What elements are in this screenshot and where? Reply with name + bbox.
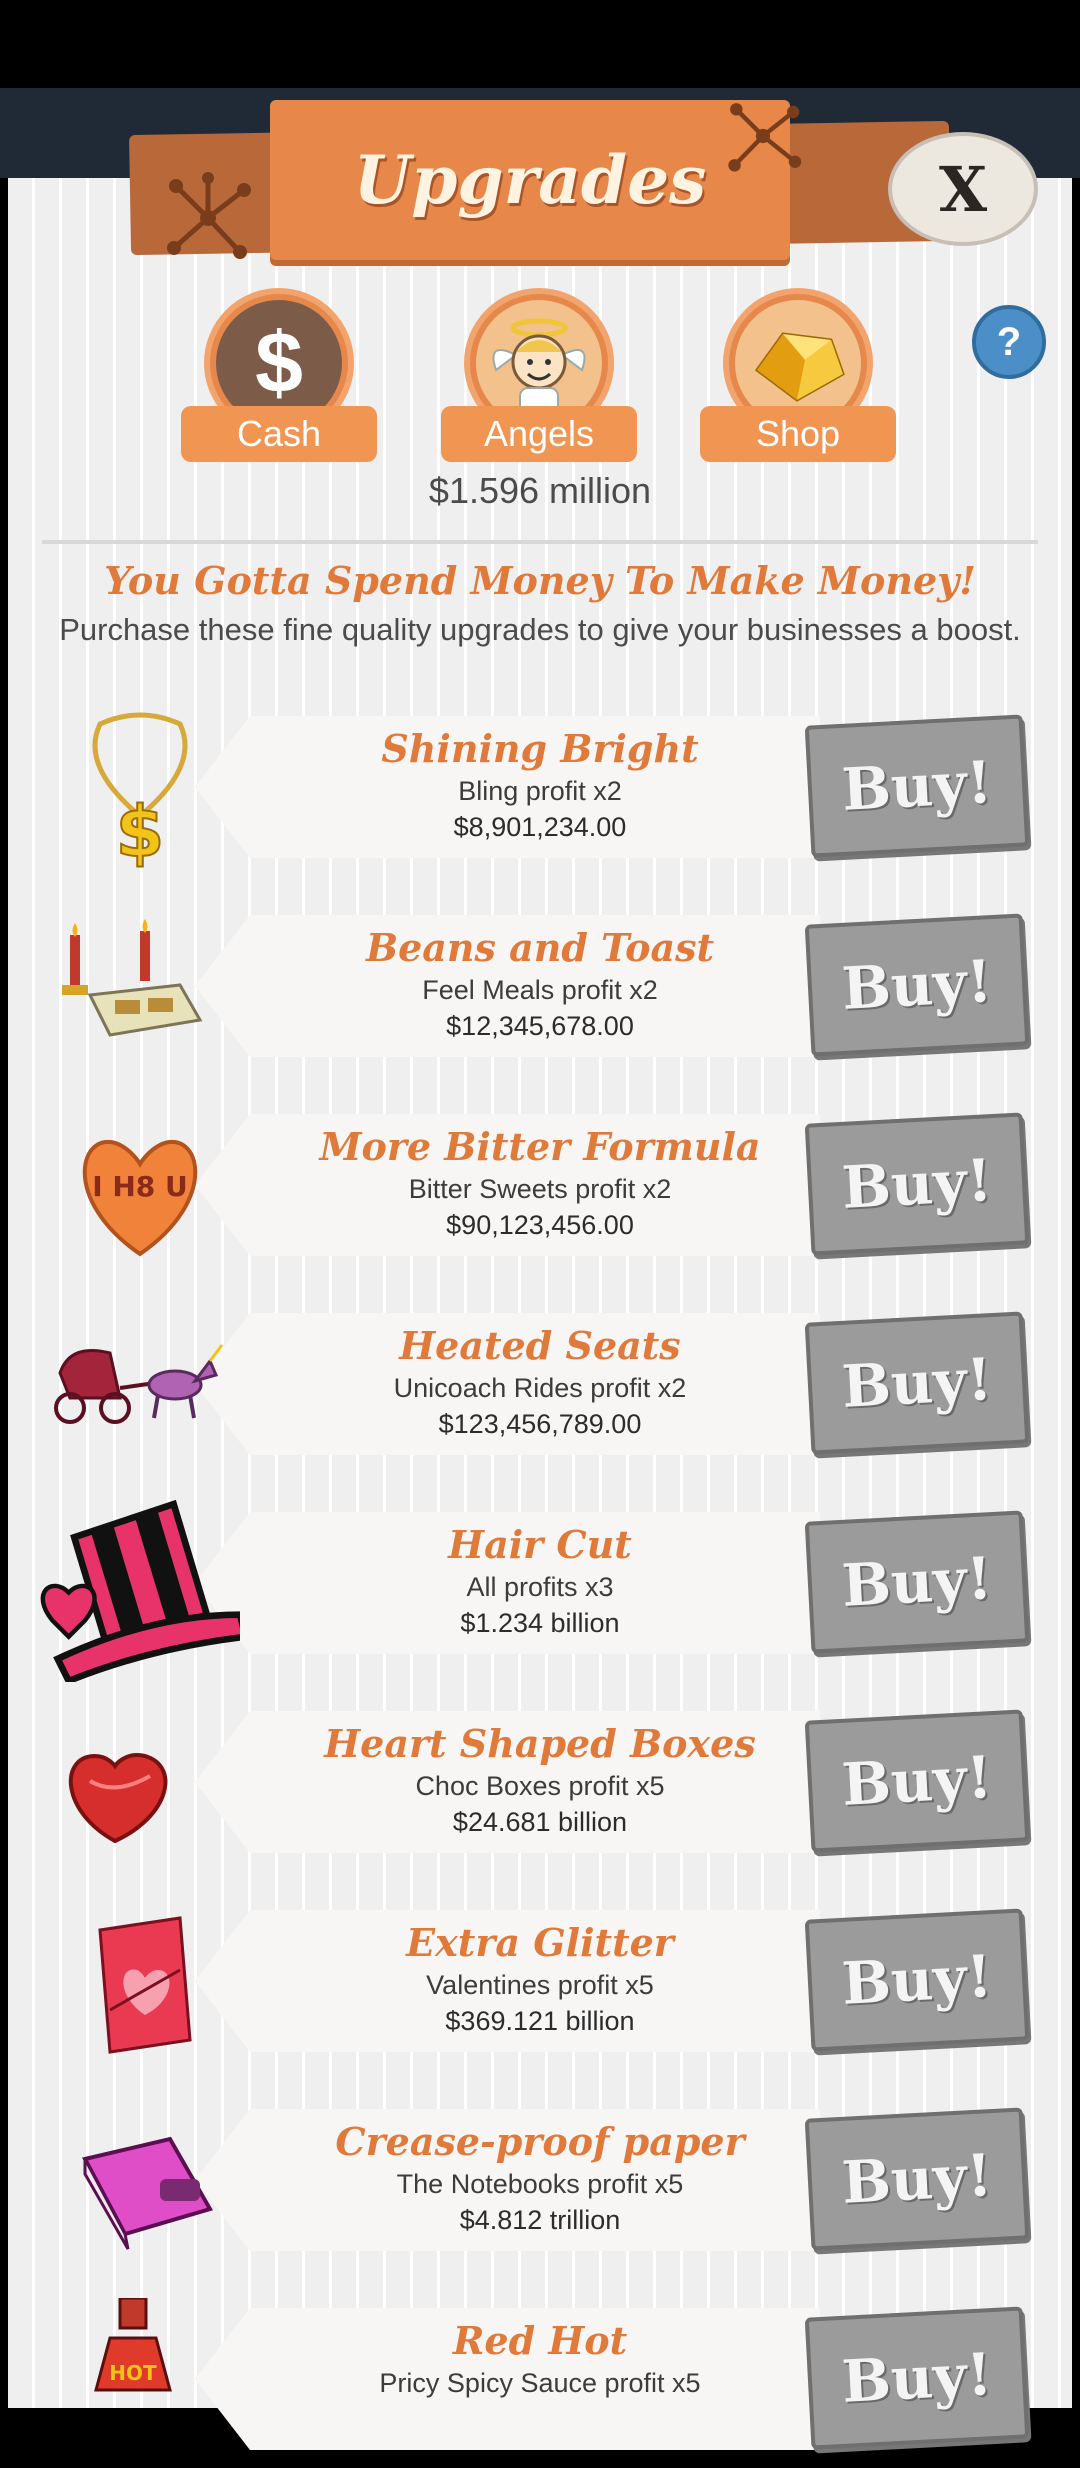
gold-chain-icon: $ (92, 712, 188, 874)
upgrade-effect: Unicoach Rides profit x2 (393, 1373, 687, 1403)
page-title: Upgrades (270, 100, 790, 260)
upgrade-name: Beans and Toast (365, 925, 715, 970)
upgrade-effect: The Notebooks profit x5 (396, 2169, 684, 2199)
valentine-card-icon (98, 1916, 192, 2054)
upgrade-name: Heated Seats (399, 1323, 681, 1368)
tab-cash[interactable]: $ Cash (181, 288, 377, 462)
notebook-icon (82, 2136, 213, 2250)
hot-sauce-icon: HOT (94, 2298, 172, 2392)
upgrade-row: I H8 U More Bitter Formula Bitter Sweets… (0, 1112, 1080, 1264)
buy-button[interactable]: Buy! (804, 1112, 1030, 1256)
upgrade-price: $369.121 billion (445, 2006, 635, 2036)
buy-button[interactable]: Buy! (804, 2107, 1030, 2251)
candy-heart-text: I H8 U (92, 1170, 188, 1203)
upgrade-price: $8,901,234.00 (453, 812, 627, 842)
tab-shop[interactable]: Shop (700, 288, 896, 462)
upgrade-row: Hair Cut All profits x3 $1.234 billion B… (0, 1499, 1080, 1682)
section-headline: You Gotta Spend Money To Make Money! (104, 558, 976, 603)
buy-button[interactable]: Buy! (804, 1510, 1030, 1654)
upgrade-name: Heart Shaped Boxes (324, 1721, 756, 1766)
tab-cash-label: Cash (181, 406, 377, 462)
buy-button[interactable]: Buy! (804, 714, 1030, 858)
upgrade-row: Extra Glitter Valentines profit x5 $369.… (0, 1908, 1080, 2060)
upgrade-name: Extra Glitter (406, 1920, 674, 1965)
upgrade-row: $ Shining Bright Bling profit x2 $8,901,… (0, 712, 1080, 874)
buy-button[interactable]: Buy! (804, 2306, 1030, 2450)
upgrade-effect: Pricy Spicy Sauce profit x5 (379, 2368, 701, 2398)
upgrade-price: $12,345,678.00 (446, 1011, 634, 1041)
upgrade-price: $24.681 billion (452, 1807, 628, 1837)
upgrade-effect: Bitter Sweets profit x2 (408, 1174, 672, 1204)
upgrade-name: More Bitter Formula (319, 1124, 761, 1169)
candles-tray-icon (62, 919, 203, 1037)
upgrade-name: Red Hot (452, 2318, 628, 2363)
buy-button[interactable]: Buy! (804, 1311, 1030, 1455)
upgrade-row: Beans and Toast Feel Meals profit x2 $12… (0, 913, 1080, 1065)
help-icon: ? (996, 319, 1022, 364)
svg-text:$: $ (116, 791, 165, 873)
upgrade-effect: All profits x3 (466, 1572, 614, 1602)
upgrade-price: $123,456,789.00 (438, 1409, 642, 1439)
status-bar (0, 0, 1080, 88)
sputnik-decoration-icon (167, 172, 251, 259)
upgrade-effect: Feel Meals profit x2 (422, 975, 658, 1005)
hot-sauce-text: HOT (109, 2361, 157, 2385)
title-text: Upgrades (353, 141, 707, 219)
upgrade-row: Heart Shaped Boxes Choc Boxes profit x5 … (0, 1709, 1080, 1861)
upgrade-name: Shining Bright (381, 726, 699, 771)
upgrade-effect: Bling profit x2 (458, 776, 622, 806)
close-button[interactable]: X (888, 132, 1038, 246)
heart-box-icon (68, 1752, 168, 1844)
help-button[interactable]: ? (972, 305, 1046, 379)
buy-button[interactable]: Buy! (804, 1908, 1030, 2052)
upgrade-name: Crease-proof paper (335, 2119, 745, 2164)
buy-button[interactable]: Buy! (804, 913, 1030, 1057)
upgrade-price: $4.812 trillion (459, 2205, 621, 2235)
tab-angels-label: Angels (441, 406, 637, 462)
buy-button[interactable]: Buy! (804, 1709, 1030, 1853)
upgrade-row: Crease-proof paper The Notebooks profit … (0, 2107, 1080, 2259)
upgrade-price: $90,123,456.00 (446, 1210, 634, 1240)
sputnik-decoration-icon (728, 103, 802, 172)
upgrades-panel (8, 178, 1072, 2408)
unicorn-carriage-icon (54, 1344, 224, 1424)
upgrade-effect: Valentines profit x5 (426, 1970, 654, 2000)
upgrade-row: HOT Red Hot Pricy Spicy Sauce profit x5 … (0, 2298, 1080, 2458)
close-icon: X (938, 152, 988, 226)
section-description: Purchase these fine quality upgrades to … (59, 612, 1021, 647)
candy-heart-icon: I H8 U (82, 1140, 198, 1257)
tab-angels[interactable]: Angels (441, 288, 637, 462)
striped-top-hat-icon (40, 1499, 240, 1682)
upgrade-name: Hair Cut (448, 1522, 632, 1567)
cash-balance: $1.596 million (428, 470, 652, 511)
upgrade-effect: Choc Boxes profit x5 (415, 1771, 665, 1801)
divider (42, 540, 1038, 544)
upgrade-row: Heated Seats Unicoach Rides profit x2 $1… (0, 1311, 1080, 1463)
upgrade-price: $1.234 billion (460, 1608, 620, 1638)
tab-shop-label: Shop (700, 406, 896, 462)
